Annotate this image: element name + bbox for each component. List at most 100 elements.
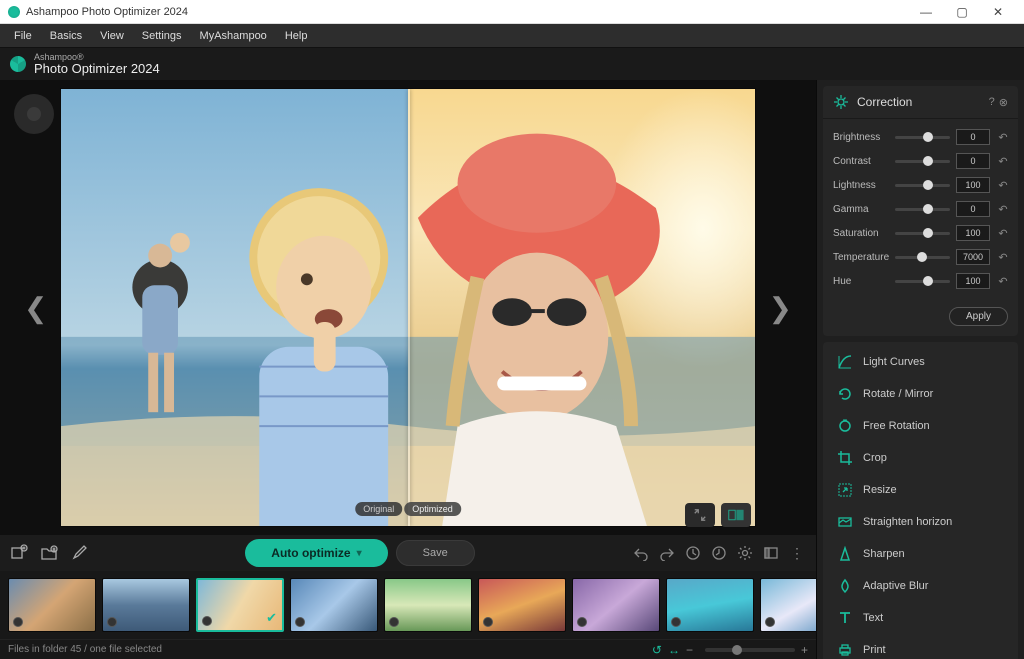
- rotate-ccw-icon[interactable]: ↺: [652, 643, 662, 657]
- tool-sharpen[interactable]: Sharpen: [823, 538, 1018, 570]
- gear-icon[interactable]: [734, 542, 756, 564]
- slider-value-lightness[interactable]: 100: [956, 177, 990, 193]
- slider-value-gamma[interactable]: 0: [956, 201, 990, 217]
- menu-help[interactable]: Help: [277, 27, 316, 45]
- thumb-status-dot: [483, 617, 493, 627]
- tool-print[interactable]: Print: [823, 634, 1018, 659]
- minimize-button[interactable]: —: [908, 1, 944, 23]
- next-image-button[interactable]: ❯: [763, 271, 798, 344]
- thumbnail[interactable]: [572, 578, 660, 632]
- thumb-status-dot: [389, 617, 399, 627]
- tool-free-rotation[interactable]: Free Rotation: [823, 410, 1018, 442]
- panel-toggle-icon[interactable]: [760, 542, 782, 564]
- slider-value-saturation[interactable]: 100: [956, 225, 990, 241]
- tool-crop[interactable]: Crop: [823, 442, 1018, 474]
- thumb-status-dot: [13, 617, 23, 627]
- help-icon[interactable]: ?: [989, 96, 995, 109]
- thumb-status-dot: [295, 617, 305, 627]
- add-folder-icon[interactable]: [38, 542, 60, 564]
- correction-title: Correction: [857, 95, 912, 109]
- undo-icon[interactable]: [630, 542, 652, 564]
- slider-value-brightness[interactable]: 0: [956, 129, 990, 145]
- resize-icon: [837, 482, 853, 498]
- slider-reset-saturation[interactable]: ↶: [996, 227, 1010, 240]
- slider-label-temperature: Temperature: [833, 252, 889, 263]
- slider-reset-temperature[interactable]: ↶: [996, 251, 1010, 264]
- thumbnail[interactable]: [760, 578, 816, 632]
- maximize-button[interactable]: ▢: [944, 1, 980, 23]
- tools-panel: Light CurvesRotate / MirrorFree Rotation…: [823, 342, 1018, 659]
- brand-title: Photo Optimizer 2024: [34, 62, 160, 75]
- slider-label-saturation: Saturation: [833, 228, 889, 239]
- history-undo-all-icon[interactable]: [682, 542, 704, 564]
- slider-contrast[interactable]: [895, 160, 950, 163]
- slider-temperature[interactable]: [895, 256, 950, 259]
- slider-reset-contrast[interactable]: ↶: [996, 155, 1010, 168]
- slider-value-hue[interactable]: 100: [956, 273, 990, 289]
- fit-width-icon[interactable]: ↔: [668, 643, 680, 657]
- zoom-slider[interactable]: [705, 648, 795, 652]
- redo-icon[interactable]: [656, 542, 678, 564]
- brand-row: Ashampoo® Photo Optimizer 2024: [0, 48, 1024, 80]
- slider-lightness[interactable]: [895, 184, 950, 187]
- thumbnail[interactable]: [384, 578, 472, 632]
- status-bar: Files in folder 45 / one file selected ↺…: [0, 639, 816, 659]
- brand-logo-icon: [10, 56, 26, 72]
- image-stage: ❮ ❯: [0, 80, 816, 535]
- zoom-out-icon[interactable]: −: [686, 643, 693, 657]
- crop-icon: [837, 450, 853, 466]
- menu-view[interactable]: View: [92, 27, 132, 45]
- more-icon[interactable]: ⋮: [786, 542, 808, 564]
- fullscreen-collapse-icon[interactable]: [685, 503, 715, 527]
- collapse-icon[interactable]: ⊗: [999, 96, 1008, 109]
- zoom-in-icon[interactable]: +: [801, 643, 808, 657]
- auto-optimize-button[interactable]: Auto optimize ▾: [245, 539, 387, 567]
- sharpen-icon: [837, 546, 853, 562]
- menu-file[interactable]: File: [6, 27, 40, 45]
- slider-value-temperature[interactable]: 7000: [956, 249, 990, 265]
- slider-saturation[interactable]: [895, 232, 950, 235]
- slider-reset-hue[interactable]: ↶: [996, 275, 1010, 288]
- save-button[interactable]: Save: [396, 540, 475, 566]
- menu-settings[interactable]: Settings: [134, 27, 190, 45]
- thumbnail[interactable]: [102, 578, 190, 632]
- slider-label-lightness: Lightness: [833, 180, 889, 191]
- slider-hue[interactable]: [895, 280, 950, 283]
- slider-value-contrast[interactable]: 0: [956, 153, 990, 169]
- history-tool-group: ⋮: [630, 542, 808, 564]
- history-redo-all-icon[interactable]: [708, 542, 730, 564]
- compare-view[interactable]: Original Optimized: [60, 88, 756, 527]
- app-logo-icon: [8, 6, 20, 18]
- tool-light-curves[interactable]: Light Curves: [823, 346, 1018, 378]
- menu-myashampoo[interactable]: MyAshampoo: [192, 27, 275, 45]
- slider-reset-lightness[interactable]: ↶: [996, 179, 1010, 192]
- slider-gamma[interactable]: [895, 208, 950, 211]
- thumbnail[interactable]: [666, 578, 754, 632]
- add-files-icon[interactable]: [8, 542, 30, 564]
- apply-button[interactable]: Apply: [949, 307, 1008, 326]
- tool-resize[interactable]: Resize: [823, 474, 1018, 506]
- close-button[interactable]: ✕: [980, 1, 1016, 23]
- tool-rotate-mirror[interactable]: Rotate / Mirror: [823, 378, 1018, 410]
- thumb-status-dot: [107, 617, 117, 627]
- tool-straighten-horizon[interactable]: Straighten horizon: [823, 506, 1018, 538]
- compare-labels: Original Optimized: [355, 502, 461, 516]
- compare-divider[interactable]: [408, 89, 410, 526]
- tool-text[interactable]: Text: [823, 602, 1018, 634]
- nav-dpad[interactable]: [14, 94, 54, 134]
- tool-adaptive-blur[interactable]: Adaptive Blur: [823, 570, 1018, 602]
- brush-icon[interactable]: [68, 542, 90, 564]
- action-toolbar: Auto optimize ▾ Save ⋮: [0, 535, 816, 571]
- prev-image-button[interactable]: ❮: [18, 271, 53, 344]
- window-title: Ashampoo Photo Optimizer 2024: [26, 6, 188, 18]
- thumbnail[interactable]: [8, 578, 96, 632]
- compare-toggle-icon[interactable]: [721, 503, 751, 527]
- thumbnail[interactable]: ✔: [196, 578, 284, 632]
- slider-reset-brightness[interactable]: ↶: [996, 131, 1010, 144]
- slider-reset-gamma[interactable]: ↶: [996, 203, 1010, 216]
- thumbnail[interactable]: [478, 578, 566, 632]
- slider-brightness[interactable]: [895, 136, 950, 139]
- thumbnail[interactable]: [290, 578, 378, 632]
- horizon-icon: [837, 514, 853, 530]
- menu-basics[interactable]: Basics: [42, 27, 90, 45]
